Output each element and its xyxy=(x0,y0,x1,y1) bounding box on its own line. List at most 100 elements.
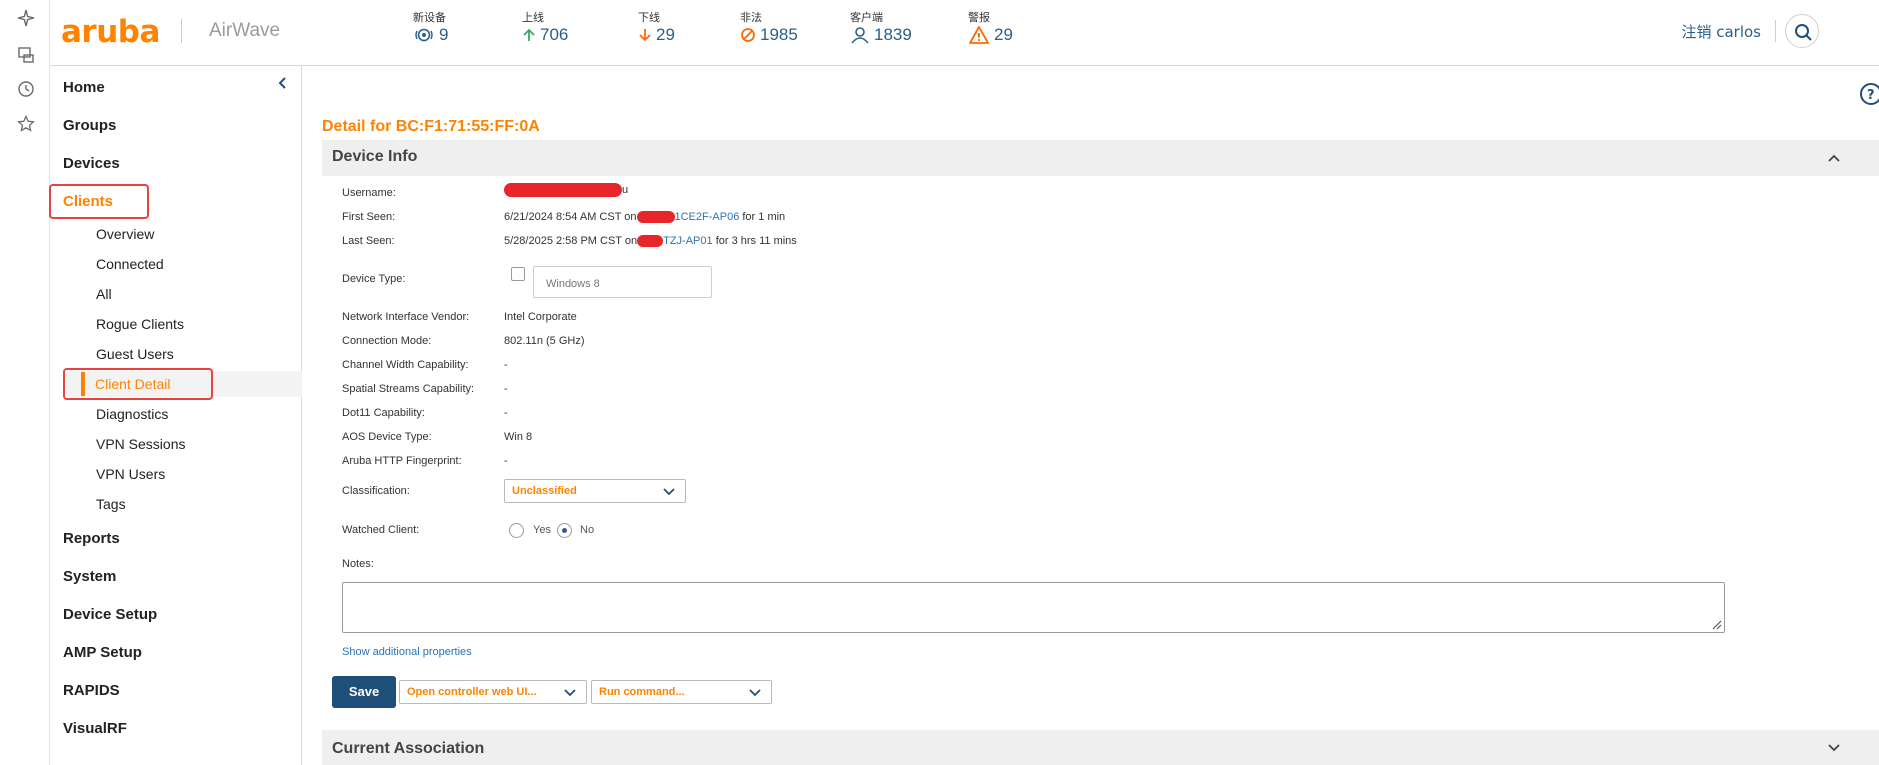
device-info-header[interactable]: Device Info xyxy=(322,140,1879,176)
nav-item-amp-setup[interactable]: AMP Setup xyxy=(63,644,142,661)
logo-divider xyxy=(181,19,182,43)
nav-subitem-rogue-clients[interactable]: Rogue Clients xyxy=(96,316,184,332)
nav-subitem-connected[interactable]: Connected xyxy=(96,256,164,272)
first-seen-duration: for 1 min xyxy=(742,211,786,223)
field-label: Last Seen: xyxy=(342,235,395,247)
nav-item-devices[interactable]: Devices xyxy=(63,155,120,172)
stat-label: 警报 xyxy=(968,11,990,24)
logout-link[interactable]: 注销 carlos xyxy=(1681,21,1761,42)
device-type-input[interactable]: Windows 8 xyxy=(533,266,712,298)
section-title: Current Association xyxy=(332,740,485,757)
field-label: Channel Width Capability: xyxy=(342,359,469,371)
search-button[interactable] xyxy=(1785,14,1819,48)
chevron-up-icon[interactable] xyxy=(1827,151,1841,165)
last-seen-date: 5/28/2025 2:58 PM CST on xyxy=(504,235,638,247)
field-label: Device Type: xyxy=(342,273,406,285)
stat-alerts[interactable]: 警报 29 xyxy=(968,9,1013,45)
nav-subitem-tags[interactable]: Tags xyxy=(96,496,126,512)
last-seen-duration: for 3 hrs 11 mins xyxy=(715,235,797,247)
prohibited-icon xyxy=(741,28,755,42)
chevron-down-icon xyxy=(663,488,675,496)
field-value: - xyxy=(504,359,508,371)
field-value: - xyxy=(504,383,508,395)
watched-yes-radio[interactable] xyxy=(509,523,524,538)
field-label: Aruba HTTP Fingerprint: xyxy=(342,455,462,467)
stat-label: 非法 xyxy=(740,11,762,24)
stat-value: 1839 xyxy=(874,25,912,44)
field-value: 802.11n (5 GHz) xyxy=(504,335,585,347)
first-seen-ap-link[interactable]: 1CE2F-AP06 xyxy=(675,211,740,223)
watched-no-label[interactable]: No xyxy=(580,524,594,536)
classification-select[interactable]: Unclassified xyxy=(504,479,686,503)
watched-no-radio[interactable] xyxy=(557,523,572,538)
user-icon xyxy=(851,27,869,44)
page-title: Detail for BC:F1:71:55:FF:0A xyxy=(322,118,540,135)
redaction-mark xyxy=(637,235,664,248)
open-controller-label: Open controller web UI... xyxy=(407,686,537,698)
watched-yes-label[interactable]: Yes xyxy=(533,524,551,536)
nav-subitem-guest-users[interactable]: Guest Users xyxy=(96,346,174,362)
stat-value: 29 xyxy=(994,25,1013,44)
open-controller-select[interactable]: Open controller web UI... xyxy=(399,680,587,704)
sparkle-icon[interactable] xyxy=(17,9,35,27)
notes-textarea[interactable] xyxy=(342,582,1725,633)
last-seen-ap-link[interactable]: TZJ-AP01 xyxy=(663,235,713,247)
main-content: ? Detail for BC:F1:71:55:FF:0A Device In… xyxy=(302,66,1879,765)
nav-subitem-diagnostics[interactable]: Diagnostics xyxy=(96,406,168,422)
icon-rail xyxy=(0,0,50,765)
run-command-select[interactable]: Run command... xyxy=(591,680,772,704)
nav-subitem-all[interactable]: All xyxy=(96,286,112,302)
chevron-down-icon[interactable] xyxy=(1827,741,1841,755)
nav-item-reports[interactable]: Reports xyxy=(63,530,120,547)
warning-icon xyxy=(969,26,989,44)
username-value: u xyxy=(504,183,628,197)
svg-text:?: ? xyxy=(1867,88,1875,103)
nav-item-groups[interactable]: Groups xyxy=(63,117,116,134)
stat-rogue[interactable]: 非法 1985 xyxy=(740,9,798,45)
nav-subitem-vpn-users[interactable]: VPN Users xyxy=(96,466,165,482)
first-seen-value: 6/21/2024 8:54 AM CST on 1CE2F-AP06 for 1… xyxy=(504,211,786,224)
stat-label: 客户端 xyxy=(850,11,883,24)
field-label: Notes: xyxy=(342,558,374,570)
show-additional-properties-link[interactable]: Show additional properties xyxy=(342,646,472,658)
first-seen-date: 6/21/2024 8:54 AM CST on xyxy=(504,211,637,223)
product-name: AirWave xyxy=(209,20,281,41)
current-association-header[interactable]: Current Association xyxy=(322,730,1879,765)
help-icon[interactable]: ? xyxy=(1855,82,1879,106)
star-icon[interactable] xyxy=(17,114,35,133)
chevron-down-icon xyxy=(749,689,761,697)
username-tail: u xyxy=(622,183,629,196)
nav-subitem-client-detail[interactable]: Client Detail xyxy=(95,376,170,392)
stat-new-devices[interactable]: 新设备 9 xyxy=(413,9,448,45)
field-label: Watched Client: xyxy=(342,524,420,536)
aruba-logo[interactable]: aruba xyxy=(61,14,160,50)
stat-value: 1985 xyxy=(760,25,798,44)
field-label: Classification: xyxy=(342,485,410,497)
stat-value: 9 xyxy=(439,25,449,44)
device-type-override-checkbox[interactable] xyxy=(511,267,525,281)
nav-item-clients[interactable]: Clients xyxy=(63,193,113,210)
search-icon xyxy=(1795,24,1812,41)
nav-item-system[interactable]: System xyxy=(63,568,116,585)
save-button[interactable]: Save xyxy=(332,676,396,708)
device-icon[interactable] xyxy=(17,46,35,64)
nav-item-visualrf[interactable]: VisualRF xyxy=(63,720,127,737)
nav-item-rapids[interactable]: RAPIDS xyxy=(63,682,120,699)
clock-icon[interactable] xyxy=(17,80,35,98)
resize-handle-icon[interactable] xyxy=(1710,618,1722,630)
nav-item-device-setup[interactable]: Device Setup xyxy=(63,606,157,623)
nav-subitem-vpn-sessions[interactable]: VPN Sessions xyxy=(96,436,185,452)
collapse-sidebar-icon[interactable] xyxy=(276,76,290,90)
stat-label: 新设备 xyxy=(413,11,446,24)
stat-clients[interactable]: 客户端 1839 xyxy=(850,9,912,45)
stat-down[interactable]: 下线 29 xyxy=(638,9,675,45)
nav-subitem-overview[interactable]: Overview xyxy=(96,226,154,242)
arrow-up-icon xyxy=(523,28,535,41)
field-value: Intel Corporate xyxy=(504,311,577,323)
last-seen-value: 5/28/2025 2:58 PM CST on TZJ-AP01 for 3 h… xyxy=(504,235,797,248)
field-label: Spatial Streams Capability: xyxy=(342,383,475,395)
stat-up[interactable]: 上线 706 xyxy=(522,9,568,45)
nav-item-home[interactable]: Home xyxy=(63,79,105,96)
field-value: Win 8 xyxy=(504,431,533,443)
field-label: Username: xyxy=(342,187,396,199)
